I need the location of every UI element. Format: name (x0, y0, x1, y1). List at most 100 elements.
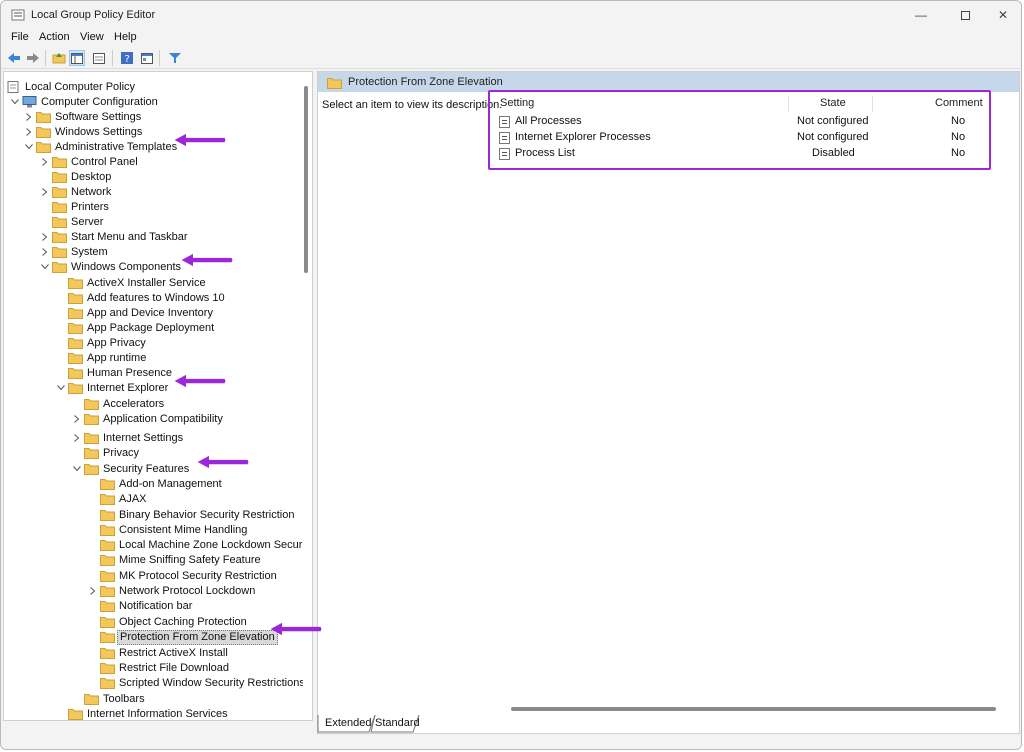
tree-node[interactable]: MK Protocol Security Restriction (4, 569, 299, 584)
column-divider[interactable] (788, 96, 789, 112)
tree-node[interactable]: Binary Behavior Security Restriction (4, 508, 299, 523)
tree-node[interactable]: Local Machine Zone Lockdown Security (4, 538, 312, 553)
tree-node[interactable]: Internet Explorer (4, 381, 299, 396)
policy-document-icon (7, 81, 19, 93)
chevron-down-icon[interactable] (56, 383, 66, 393)
tree-node[interactable]: Network (4, 185, 299, 200)
tree-node[interactable]: ActiveX Installer Service (4, 276, 299, 291)
tree-node-label: Add-on Management (119, 478, 222, 490)
column-divider[interactable] (872, 96, 873, 112)
column-header-state[interactable]: State (820, 97, 846, 109)
maximize-button[interactable] (945, 5, 985, 25)
chevron-right-icon[interactable] (72, 433, 82, 443)
tree-node[interactable]: App runtime (4, 351, 299, 366)
chevron-right-icon[interactable] (72, 414, 82, 424)
back-button[interactable] (6, 50, 22, 66)
tree-node-label: Server (71, 216, 104, 228)
menu-file[interactable]: File (11, 31, 29, 43)
tree-node[interactable]: App Privacy (4, 336, 299, 351)
chevron-right-icon[interactable] (40, 232, 50, 242)
chevron-down-icon[interactable] (10, 97, 20, 107)
chevron-right-icon[interactable] (40, 157, 50, 167)
chevron-right-icon[interactable] (88, 586, 98, 596)
tree-node-label: ActiveX Installer Service (87, 277, 206, 289)
tree-node[interactable]: Control Panel (4, 155, 299, 170)
export-list-button[interactable] (91, 50, 107, 66)
tree-node[interactable]: Application Compatibility (4, 412, 299, 427)
tree-node[interactable]: App Package Deployment (4, 321, 299, 336)
setting-name: Internet Explorer Processes (515, 131, 651, 143)
table-row[interactable]: Process List Disabled No (490, 146, 995, 162)
tree-node[interactable]: Network Protocol Lockdown (4, 584, 299, 599)
forward-button[interactable] (25, 50, 41, 66)
chevron-down-icon[interactable] (40, 262, 50, 272)
tree-node[interactable]: Start Menu and Taskbar (4, 230, 299, 245)
tree-node[interactable]: Add features to Windows 10 (4, 291, 299, 306)
filter-button[interactable] (167, 50, 183, 66)
tree-node[interactable]: Local Computer Policy (4, 80, 299, 95)
menu-help[interactable]: Help (114, 31, 137, 43)
folder-icon (68, 383, 83, 394)
tree-node[interactable]: Object Caching Protection (4, 615, 299, 630)
help-button[interactable]: ? (119, 50, 135, 66)
folder-icon (52, 202, 67, 213)
chevron-right-icon[interactable] (24, 127, 34, 137)
tree-node[interactable]: Server (4, 215, 299, 230)
tree-node[interactable]: Add-on Management (4, 477, 299, 492)
tree-node[interactable]: Human Presence (4, 366, 299, 381)
tab-extended[interactable]: Extended (325, 717, 371, 729)
close-button[interactable]: ✕ (983, 5, 1021, 25)
folder-icon (52, 232, 67, 243)
column-header-comment[interactable]: Comment (935, 97, 983, 109)
chevron-right-icon[interactable] (24, 112, 34, 122)
tree-node[interactable]: App and Device Inventory (4, 306, 299, 321)
chevron-right-icon[interactable] (40, 187, 50, 197)
tree-node[interactable]: Consistent Mime Handling (4, 523, 299, 538)
table-row[interactable]: Internet Explorer Processes Not configur… (490, 130, 995, 146)
menu-action[interactable]: Action (39, 31, 70, 43)
tree-node[interactable]: Restrict ActiveX Install (4, 646, 299, 661)
details-header-title: Protection From Zone Elevation (348, 76, 503, 88)
tree-node[interactable]: Internet Settings (4, 431, 299, 446)
chevron-down-icon[interactable] (24, 142, 34, 152)
tree-node[interactable]: Desktop (4, 170, 299, 185)
tree-node-label: Protection From Zone Elevation (117, 630, 278, 645)
tree-node[interactable]: Printers (4, 200, 299, 215)
table-row[interactable]: All Processes Not configured No (490, 114, 995, 130)
tree-node[interactable]: Accelerators (4, 397, 299, 412)
tree-node[interactable]: AJAX (4, 492, 299, 507)
tree-node[interactable]: Internet Information Services (4, 707, 299, 720)
tree-node[interactable]: Windows Settings (4, 125, 299, 140)
menu-view[interactable]: View (80, 31, 104, 43)
up-folder-button[interactable] (51, 50, 67, 66)
tree-node[interactable]: Computer Configuration (4, 95, 299, 110)
tree-node[interactable]: Privacy (4, 446, 299, 461)
chevron-right-icon[interactable] (40, 247, 50, 257)
tree-node[interactable]: Protection From Zone Elevation (4, 630, 299, 645)
toolbar-separator (159, 50, 160, 66)
properties-button[interactable] (139, 50, 155, 66)
folder-icon (68, 278, 83, 289)
tree-node-label: MK Protocol Security Restriction (119, 570, 277, 582)
details-horizontal-scroll-thumb[interactable] (511, 707, 996, 711)
tree-node[interactable]: Security Features (4, 462, 299, 477)
tree-node-label: Network (71, 186, 112, 198)
tree-node[interactable]: Restrict File Download (4, 661, 299, 676)
tree-node[interactable]: Windows Components (4, 260, 299, 275)
tree-node[interactable]: Mime Sniffing Safety Feature (4, 553, 299, 568)
tree-node[interactable]: System (4, 245, 299, 260)
annotation-arrow-icon (174, 133, 226, 147)
settings-table: Setting State Comment All Processes Not … (490, 92, 995, 172)
tree-node[interactable]: Toolbars (4, 692, 299, 707)
chevron-down-icon[interactable] (72, 464, 82, 474)
up-folder-icon (52, 53, 66, 64)
minimize-button[interactable]: — (901, 5, 941, 25)
column-header-setting[interactable]: Setting (500, 97, 534, 109)
tree-node[interactable]: Software Settings (4, 110, 299, 125)
tab-standard[interactable]: Standard (375, 717, 420, 729)
tree-node[interactable]: Notification bar (4, 599, 299, 614)
show-hide-tree-button[interactable] (69, 50, 85, 66)
tree-node[interactable]: Administrative Templates (4, 140, 299, 155)
tree-node[interactable]: Scripted Window Security Restrictions (4, 676, 305, 691)
tree-vertical-scroll-thumb[interactable] (304, 86, 308, 273)
